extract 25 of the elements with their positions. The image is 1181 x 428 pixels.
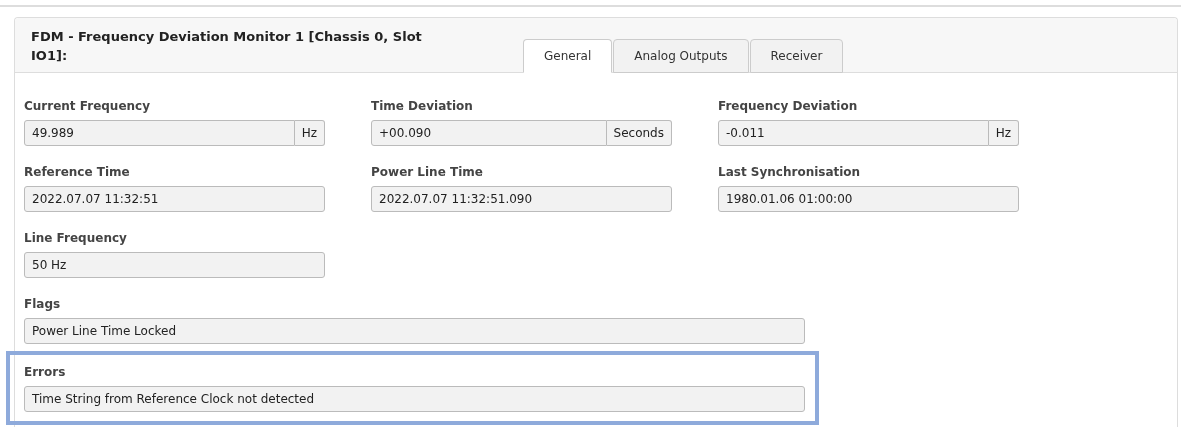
readonly-field[interactable]: Power Line Time Locked <box>24 318 805 344</box>
unit-addon: Seconds <box>606 120 672 146</box>
readonly-field[interactable]: Time String from Reference Clock not detected <box>24 386 805 412</box>
field-label: Errors <box>24 365 67 379</box>
field-label: Frequency Deviation <box>718 99 859 113</box>
field-label: Reference Time <box>24 165 131 179</box>
unit-addon: Hz <box>294 120 325 146</box>
unit-addon: Hz <box>988 120 1019 146</box>
field-label: Last Synchronisation <box>718 165 862 179</box>
field-label: Flags <box>24 297 62 311</box>
field-label: Current Frequency <box>24 99 152 113</box>
readonly-field[interactable]: -0.011 <box>718 120 989 146</box>
readonly-field[interactable]: 49.989 <box>24 120 295 146</box>
tab[interactable]: General <box>523 39 613 73</box>
field-label: Line Frequency <box>24 231 128 245</box>
field-label: Time Deviation <box>371 99 474 113</box>
readonly-field[interactable]: 2022.07.07 11:32:51.090 <box>371 186 672 212</box>
readonly-field[interactable]: 1980.01.06 01:00:00 <box>718 186 1019 212</box>
readonly-field[interactable]: 50 Hz <box>24 252 325 278</box>
field-label: Power Line Time <box>371 165 484 179</box>
readonly-field[interactable]: 2022.07.07 11:32:51 <box>24 186 325 212</box>
tab[interactable]: Receiver <box>749 39 844 73</box>
tab[interactable]: Analog Outputs <box>613 39 749 73</box>
panel-title: FDM - Frequency Deviation Monitor 1 [Chassis 0, Slot IO1]: <box>30 28 423 65</box>
readonly-field[interactable]: +00.090 <box>371 120 607 146</box>
